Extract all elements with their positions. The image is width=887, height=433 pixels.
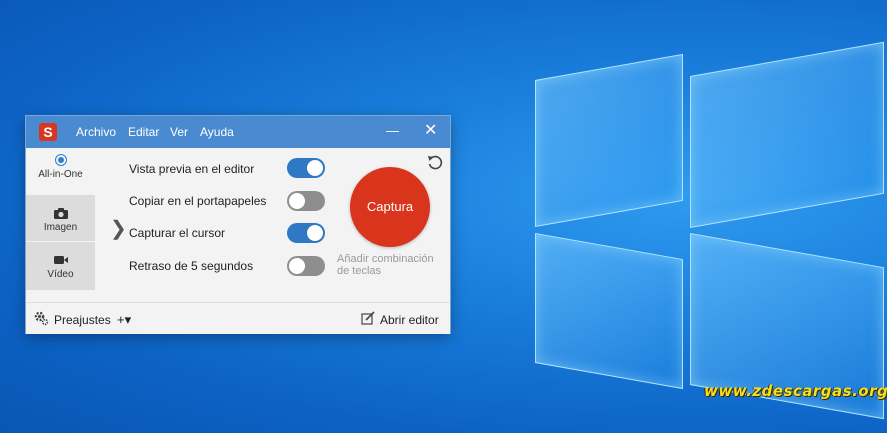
close-button[interactable]: ✕ <box>424 122 437 140</box>
watermark: www.zdescargas.org <box>704 382 887 400</box>
windows-logo-pane-top-right <box>690 41 884 228</box>
toggle-knob <box>307 225 323 241</box>
mode-imagen-label: Imagen <box>43 222 78 233</box>
presets-button[interactable]: Preajustes <box>54 313 111 327</box>
camera-icon <box>53 208 68 219</box>
windows-logo <box>532 41 887 420</box>
radio-selected-icon <box>54 154 67 166</box>
toggle-knob <box>289 193 305 209</box>
minimize-button[interactable]: — <box>386 122 399 140</box>
title-bar: S Archivo Editar Ver Ayuda — ✕ <box>26 116 450 148</box>
snagit-capture-window: S Archivo Editar Ver Ayuda — ✕ All-in-On… <box>26 116 450 334</box>
reset-icon[interactable] <box>426 153 444 171</box>
option-cursor-toggle[interactable] <box>287 223 325 243</box>
video-camera-icon <box>53 256 68 264</box>
mode-video-label: Vídeo <box>47 269 74 280</box>
snagit-logo-icon: S <box>39 123 57 141</box>
menu-ayuda[interactable]: Ayuda <box>200 125 234 139</box>
mode-all-in-one[interactable]: All-in-One <box>26 148 95 194</box>
option-clipboard-label: Copiar en el portapapeles <box>129 194 267 208</box>
open-editor-icon <box>361 311 375 325</box>
menu-editar[interactable]: Editar <box>128 125 159 139</box>
footer-bar: Preajustes +▾ Abrir editor <box>26 302 450 334</box>
toggle-knob <box>289 258 305 274</box>
option-delay-toggle[interactable] <box>287 256 325 276</box>
open-editor-button[interactable]: Abrir editor <box>380 313 439 327</box>
capture-button[interactable]: Captura <box>350 167 430 247</box>
add-hotkey-line-2: de teclas <box>337 265 382 277</box>
option-cursor-label: Capturar el cursor <box>129 226 226 240</box>
option-preview-label: Vista previa en el editor <box>129 162 255 176</box>
windows-logo-pane-bottom-left <box>535 233 683 390</box>
mode-all-in-one-label: All-in-One <box>38 169 83 180</box>
option-clipboard-toggle[interactable] <box>287 191 325 211</box>
expand-chevron-icon[interactable]: ❯ <box>110 216 127 241</box>
capture-mode-sidebar: All-in-One Imagen Vídeo <box>26 148 95 290</box>
mode-video[interactable]: Vídeo <box>26 242 95 290</box>
add-hotkey-line-1: Añadir combinación <box>337 253 434 265</box>
option-preview-toggle[interactable] <box>287 158 325 178</box>
mode-imagen[interactable]: Imagen <box>26 195 95 241</box>
option-delay-label: Retraso de 5 segundos <box>129 259 254 273</box>
menu-ver[interactable]: Ver <box>170 125 188 139</box>
toggle-knob <box>307 160 323 176</box>
add-hotkey-link[interactable]: Añadir combinación de teclas <box>337 253 449 277</box>
gear-icon[interactable] <box>33 310 49 326</box>
add-preset-button[interactable]: +▾ <box>117 312 131 328</box>
windows-logo-pane-top-left <box>535 53 683 227</box>
menu-archivo[interactable]: Archivo <box>76 125 116 139</box>
